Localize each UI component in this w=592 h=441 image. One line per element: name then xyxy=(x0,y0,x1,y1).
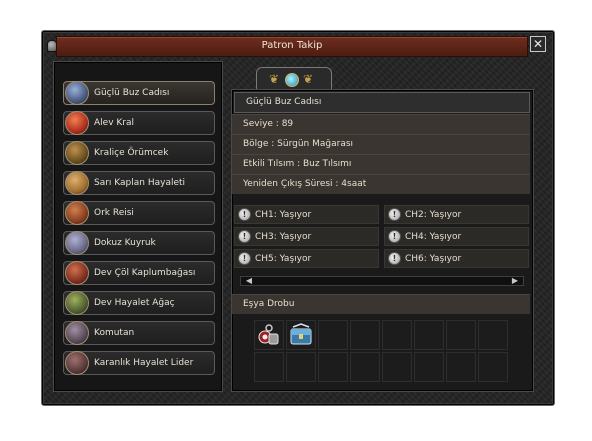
boss-button-sari-kaplan-hayaleti[interactable]: Sarı Kaplan Hayaleti xyxy=(63,171,215,195)
boss-tracker-window: Patron Takip ✕ Güçlü Buz Cadısı Alev Kra… xyxy=(41,30,555,406)
item-slot[interactable] xyxy=(286,320,316,350)
status-icon: ! xyxy=(388,252,401,265)
boss-button-dokuz-kuyruk[interactable]: Dokuz Kuyruk xyxy=(63,231,215,255)
channel-status-4: ! CH4: Yaşıyor xyxy=(384,227,529,246)
wing-left-icon: ❦ xyxy=(269,72,280,86)
scroll-left-icon[interactable]: ◀ xyxy=(241,276,257,286)
item-slot[interactable] xyxy=(382,352,412,382)
close-button[interactable]: ✕ xyxy=(530,36,546,52)
item-slot[interactable] xyxy=(414,352,444,382)
channel-label: CH2: Yaşıyor xyxy=(405,210,462,220)
wing-right-icon: ❦ xyxy=(303,72,314,86)
item-slot[interactable] xyxy=(254,320,284,350)
boss-label: Komutan xyxy=(94,328,135,338)
channel-label: CH5: Yaşıyor xyxy=(255,254,312,264)
boss-label: Dev Çöl Kaplumbağası xyxy=(94,268,196,278)
item-slot[interactable] xyxy=(350,352,380,382)
channel-status-5: ! CH5: Yaşıyor xyxy=(234,249,379,268)
boss-button-guclu-buz-cadisi[interactable]: Güçlü Buz Cadısı xyxy=(63,81,215,105)
channel-status-3: ! CH3: Yaşıyor xyxy=(234,227,379,246)
boss-label: Dokuz Kuyruk xyxy=(94,238,156,248)
close-icon: ✕ xyxy=(532,37,544,51)
item-slot[interactable] xyxy=(318,320,348,350)
boss-portrait-icon xyxy=(65,81,89,105)
boss-label: Dev Hayalet Ağaç xyxy=(94,298,175,308)
status-icon: ! xyxy=(238,208,251,221)
boss-list-panel: Güçlü Buz Cadısı Alev Kral Kraliçe Örümc… xyxy=(53,61,223,392)
boss-portrait-icon xyxy=(65,321,89,345)
item-slot[interactable] xyxy=(382,320,412,350)
boss-portrait-icon xyxy=(65,171,89,195)
item-drop-header: Eşya Drobu xyxy=(232,294,530,314)
boss-button-alev-kral[interactable]: Alev Kral xyxy=(63,111,215,135)
item-drop-label: Eşya Drobu xyxy=(243,299,295,309)
status-icon: ! xyxy=(238,252,251,265)
boss-level: Seviye : 89 xyxy=(243,119,294,129)
channel-label: CH4: Yaşıyor xyxy=(405,232,462,242)
window-title: Patron Takip xyxy=(261,40,323,51)
boss-label: Güçlü Buz Cadısı xyxy=(94,88,170,98)
channel-status-2: ! CH2: Yaşıyor xyxy=(384,205,529,224)
channel-status-1: ! CH1: Yaşıyor xyxy=(234,205,379,224)
boss-button-dev-hayalet-agac[interactable]: Dev Hayalet Ağaç xyxy=(63,291,215,315)
respawn-time: Yeniden Çıkış Süresi : 4saat xyxy=(243,179,367,189)
boss-label: Sarı Kaplan Hayaleti xyxy=(94,178,186,188)
charm-bag-icon xyxy=(258,324,279,345)
horizontal-scrollbar[interactable]: ◀ ▶ xyxy=(240,276,524,286)
region-row: Bölge : Sürgün Mağarası xyxy=(232,134,530,154)
item-slot[interactable] xyxy=(414,320,444,350)
boss-portrait-icon xyxy=(65,351,89,375)
item-slot[interactable] xyxy=(254,352,284,382)
boss-label: Ork Reisi xyxy=(94,208,134,218)
boss-button-komutan[interactable]: Komutan xyxy=(63,321,215,345)
boss-label: Alev Kral xyxy=(94,118,134,128)
status-icon: ! xyxy=(238,230,251,243)
boss-portrait-icon xyxy=(65,231,89,255)
spell-row: Etkili Tılsım : Buz Tılsımı xyxy=(232,154,530,174)
item-slot[interactable] xyxy=(318,352,348,382)
boss-name: Güçlü Buz Cadısı xyxy=(246,97,322,107)
boss-button-ork-reisi[interactable]: Ork Reisi xyxy=(63,201,215,225)
boss-button-dev-col-kaplumbagasi[interactable]: Dev Çöl Kaplumbağası xyxy=(63,261,215,285)
status-icon: ! xyxy=(388,230,401,243)
tab-boss-info[interactable]: ❦ ❦ xyxy=(256,67,332,91)
channel-label: CH1: Yaşıyor xyxy=(255,210,312,220)
title-bar[interactable]: Patron Takip xyxy=(56,36,528,57)
item-slot[interactable] xyxy=(350,320,380,350)
boss-portrait-icon xyxy=(65,111,89,135)
boss-label: Kraliçe Örümcek xyxy=(94,148,169,158)
item-drop-grid xyxy=(254,320,514,384)
boss-portrait-icon xyxy=(65,201,89,225)
channel-label: CH3: Yaşıyor xyxy=(255,232,312,242)
boss-name-row: Güçlü Buz Cadısı xyxy=(234,92,530,113)
item-slot[interactable] xyxy=(446,320,476,350)
emblem-icon xyxy=(285,73,299,87)
status-icon: ! xyxy=(388,208,401,221)
boss-label: Karanlık Hayalet Lider xyxy=(94,358,194,368)
item-slot[interactable] xyxy=(478,320,508,350)
respawn-row: Yeniden Çıkış Süresi : 4saat xyxy=(232,174,530,194)
boss-portrait-icon xyxy=(65,261,89,285)
item-slot[interactable] xyxy=(478,352,508,382)
chest-icon xyxy=(290,323,312,345)
effective-spell: Etkili Tılsım : Buz Tılsımı xyxy=(243,159,352,169)
level-row: Seviye : 89 xyxy=(232,114,530,134)
item-slot[interactable] xyxy=(446,352,476,382)
scroll-right-icon[interactable]: ▶ xyxy=(507,276,523,286)
boss-region: Bölge : Sürgün Mağarası xyxy=(243,139,354,149)
boss-portrait-icon xyxy=(65,291,89,315)
item-slot[interactable] xyxy=(286,352,316,382)
boss-button-kralice-orumcek[interactable]: Kraliçe Örümcek xyxy=(63,141,215,165)
boss-button-karanlik-hayalet-lider[interactable]: Karanlık Hayalet Lider xyxy=(63,351,215,375)
boss-portrait-icon xyxy=(65,141,89,165)
channel-label: CH6: Yaşıyor xyxy=(405,254,462,264)
boss-detail-panel: Güçlü Buz Cadısı Seviye : 89 Bölge : Sür… xyxy=(231,89,534,392)
channel-status-6: ! CH6: Yaşıyor xyxy=(384,249,529,268)
